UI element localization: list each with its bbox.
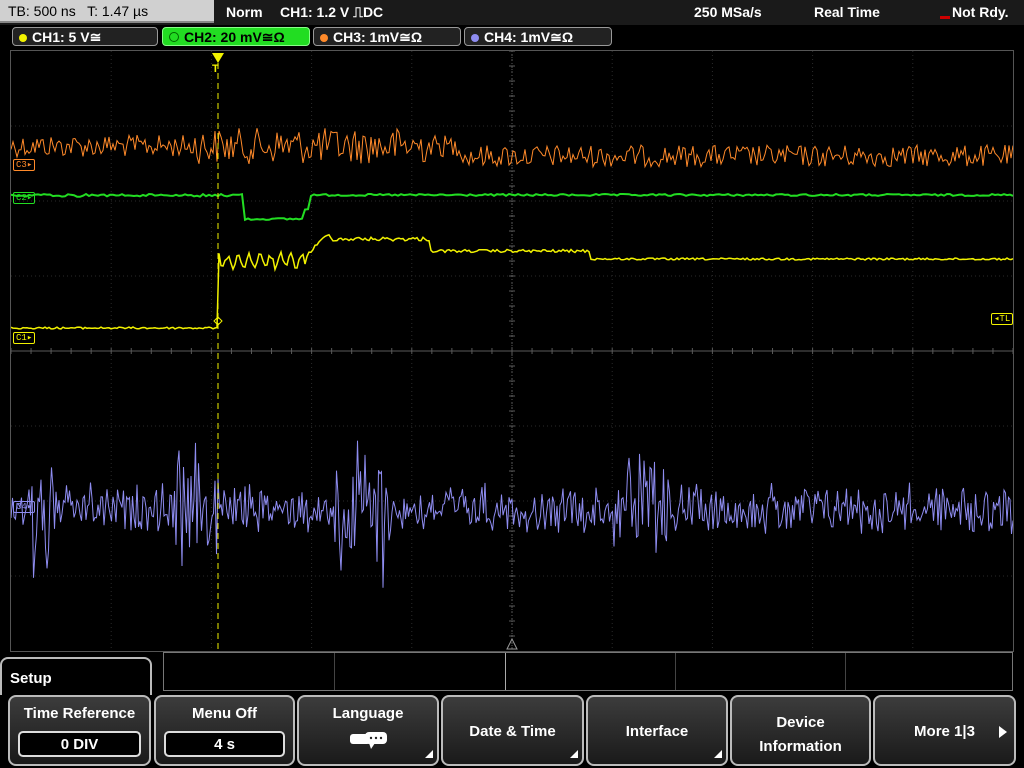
waveform-display[interactable]: T C3▸ C2▸ C1▸ C4▸ ◂TL [10, 50, 1014, 652]
channel-tab-ch2[interactable]: CH2: 20 mV≅Ω [162, 27, 310, 46]
date-time-button[interactable]: Date & Time [441, 695, 584, 766]
strip-divider [845, 653, 846, 690]
key-label: More 1|3 [914, 723, 975, 740]
ch3-color-dot [320, 34, 328, 42]
time-reference-button[interactable]: Time Reference 0 DIV [8, 695, 151, 766]
key-label: Time Reference [23, 705, 136, 722]
interface-button[interactable]: Interface [586, 695, 728, 766]
menu-off-value: 4 s [164, 731, 285, 757]
status-indicator [940, 16, 950, 19]
channel-tabs: CH1: 5 V≅ CH2: 20 mV≅Ω CH3: 1mV≅Ω CH4: 1… [0, 25, 1024, 50]
time-reference-value: 0 DIV [18, 731, 141, 757]
trigger-position-marker: T [212, 63, 219, 75]
ch1-label: CH1: 5 V≅ [32, 29, 102, 45]
key-label: Device Information [759, 714, 842, 755]
timebase-readout[interactable]: TB: 500 ns T: 1.47 µs [0, 0, 214, 23]
submenu-corner-icon [714, 750, 722, 758]
acquisition-status: Not Rdy. [952, 4, 1009, 20]
zoom-strip [163, 652, 1013, 691]
ch4-label: CH4: 1mV≅Ω [484, 29, 574, 45]
speech-bubble-icon [350, 732, 387, 749]
sample-rate[interactable]: 250 MSa/s [694, 0, 762, 24]
trigger-info[interactable]: CH1: 1.2 V ⎍DC [280, 0, 383, 24]
ch2-color-dot [169, 32, 179, 42]
softkey-bar: Time Reference 0 DIV Menu Off 4 s Langua… [0, 695, 1024, 768]
trigger-position-icon[interactable] [212, 53, 224, 63]
menu-off-button[interactable]: Menu Off 4 s [154, 695, 295, 766]
trigger-mode[interactable]: Norm [226, 0, 263, 24]
ch2-marker[interactable]: C2▸ [13, 192, 36, 204]
trigger-level-marker[interactable]: ◂TL [991, 313, 1014, 325]
key-label: Date & Time [469, 723, 556, 740]
language-button[interactable]: Language [297, 695, 439, 766]
ch3-label: CH3: 1mV≅Ω [333, 29, 423, 45]
key-label: Menu Off [192, 705, 257, 722]
strip-divider [505, 653, 506, 690]
ch4-color-dot [471, 34, 479, 42]
strip-divider [334, 653, 335, 690]
channel-tab-ch1[interactable]: CH1: 5 V≅ [12, 27, 158, 46]
submenu-corner-icon [425, 750, 433, 758]
graticule [11, 51, 1013, 651]
more-button[interactable]: More 1|3 [873, 695, 1016, 766]
ch2-label: CH2: 20 mV≅Ω [184, 29, 285, 45]
submenu-corner-icon [570, 750, 578, 758]
ch1-color-dot [19, 34, 27, 42]
ch1-marker[interactable]: C1▸ [13, 332, 36, 344]
key-label: Language [332, 705, 404, 722]
channel-tab-ch3[interactable]: CH3: 1mV≅Ω [313, 27, 461, 46]
key-label: Interface [625, 723, 689, 740]
ch1-waveform [11, 233, 1013, 330]
device-information-button[interactable]: Device Information [730, 695, 871, 766]
ch3-marker[interactable]: C3▸ [13, 159, 36, 171]
strip-divider [675, 653, 676, 690]
waveform-canvas [11, 51, 1013, 651]
channel-tab-ch4[interactable]: CH4: 1mV≅Ω [464, 27, 612, 46]
ch4-marker[interactable]: C4▸ [13, 501, 36, 513]
acquisition-mode[interactable]: Real Time [814, 0, 880, 24]
status-bar: TB: 500 ns T: 1.47 µs Norm CH1: 1.2 V ⎍D… [0, 0, 1024, 25]
play-arrow-icon [999, 726, 1007, 738]
menu-title-tab: Setup [0, 657, 152, 697]
